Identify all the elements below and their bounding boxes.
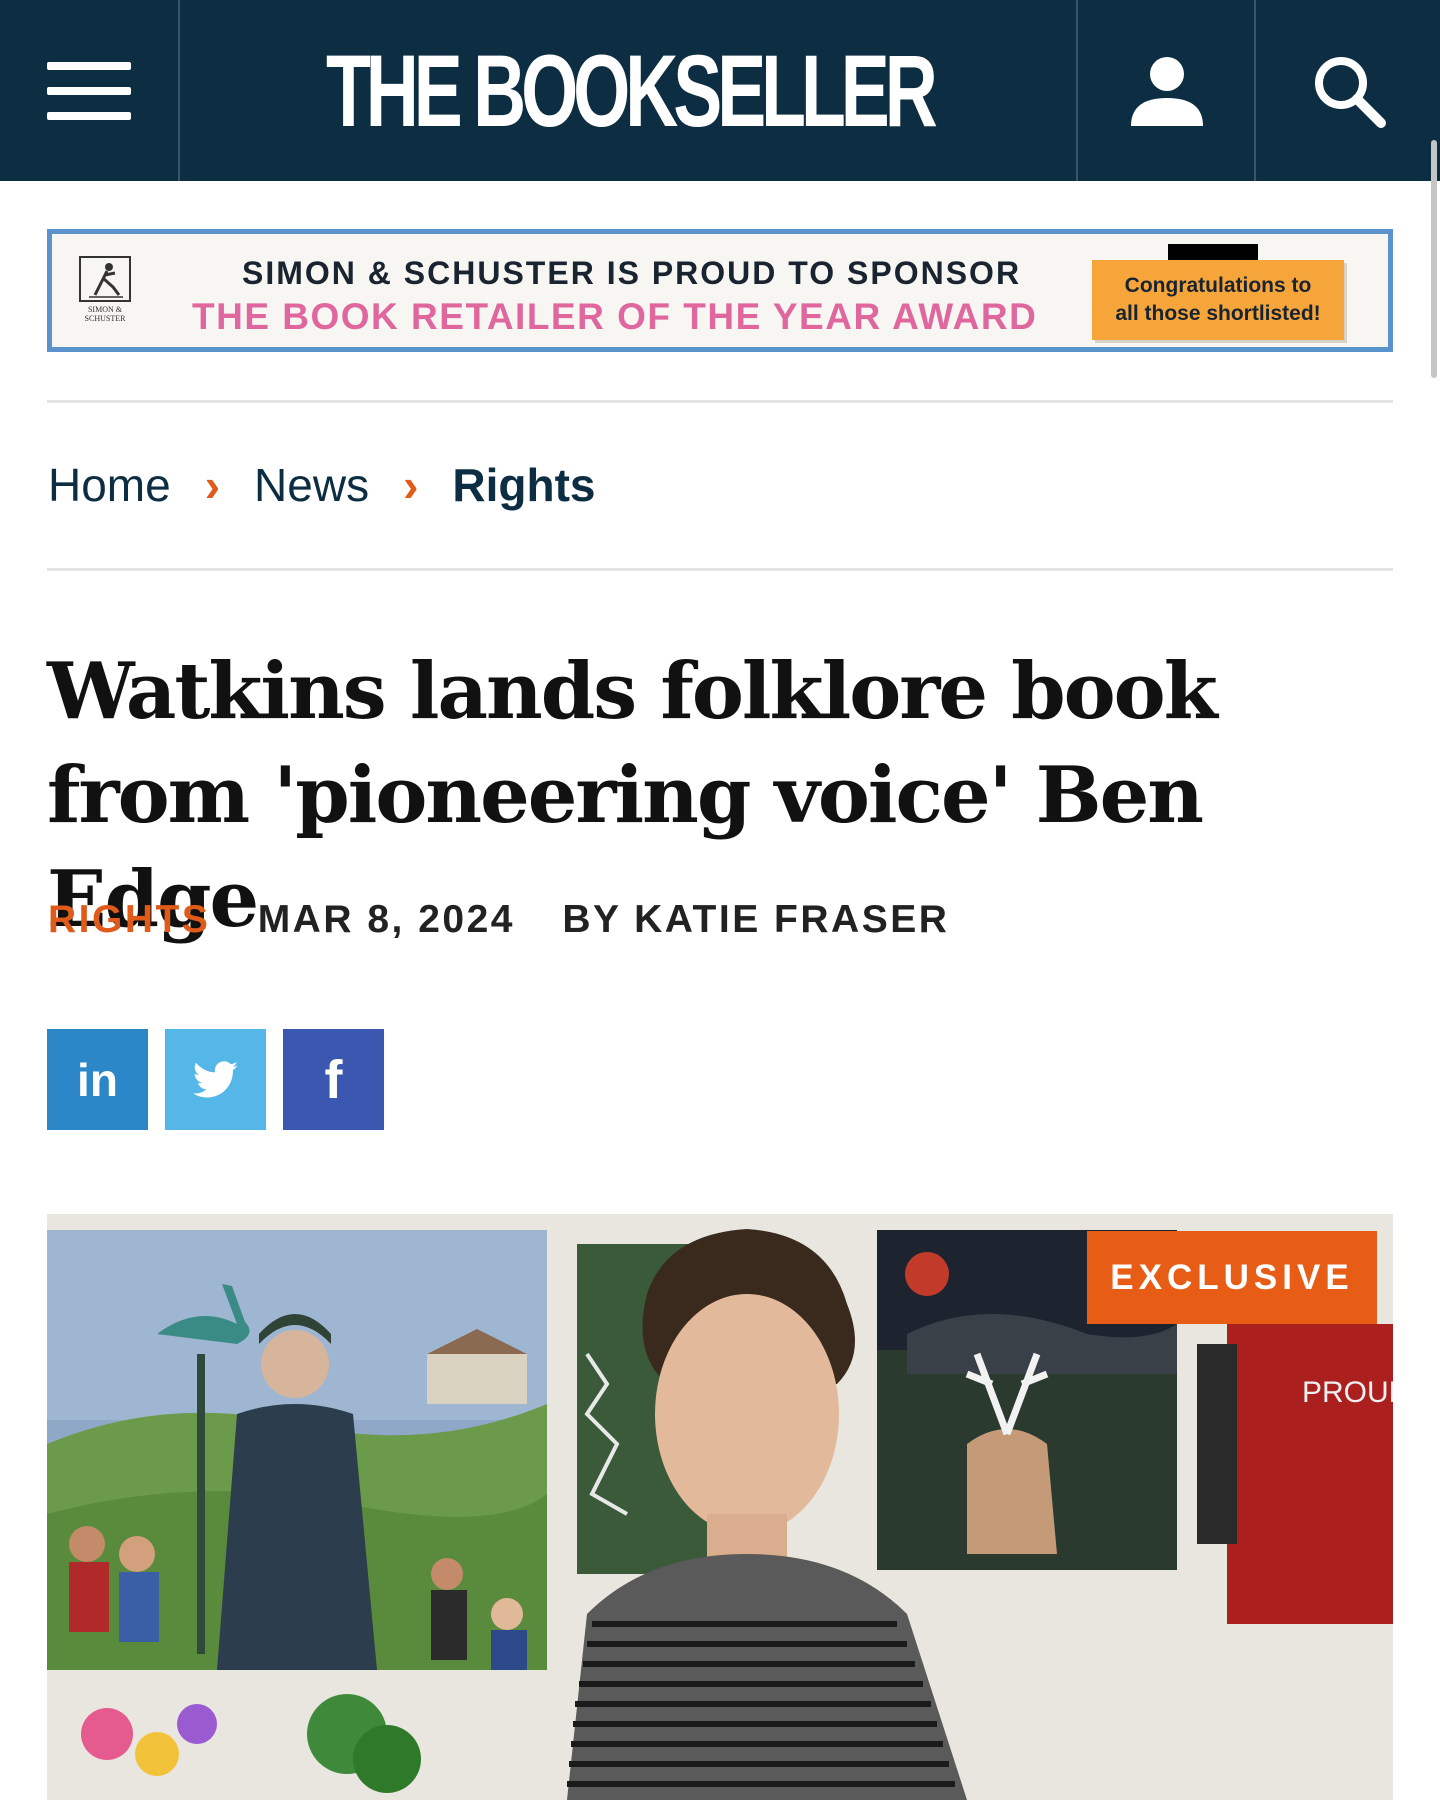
breadcrumb-news[interactable]: News <box>254 458 369 512</box>
article-category-link[interactable]: RIGHTS <box>48 898 210 941</box>
publisher-logo-text: SIMON & SCHUSTER <box>84 305 126 323</box>
site-logo-link[interactable]: THE BOOKSELLER <box>182 0 1078 181</box>
divider <box>47 400 1393 403</box>
linkedin-icon: in <box>77 1053 118 1106</box>
search-button[interactable] <box>1258 0 1440 181</box>
scrollbar-thumb[interactable] <box>1431 140 1437 378</box>
user-icon <box>1131 56 1203 126</box>
chevron-right-icon: › <box>403 459 419 511</box>
article-meta: RIGHTS MAR 8, 2024 BY KATIE FRASER <box>48 898 949 942</box>
ad-headline: SIMON & SCHUSTER IS PROUD TO SPONSOR <box>242 255 1022 291</box>
article-date: MAR 8, 2024 <box>257 898 515 941</box>
search-icon <box>1315 56 1386 128</box>
facebook-icon: f <box>324 1049 343 1110</box>
account-button[interactable] <box>1080 0 1256 181</box>
facebook-share-button[interactable]: f <box>283 1029 384 1130</box>
site-logo: THE BOOKSELLER <box>325 33 938 148</box>
exclusive-badge: EXCLUSIVE <box>1087 1231 1377 1324</box>
breadcrumb: Home › News › Rights <box>48 455 596 515</box>
sponsor-banner[interactable]: SIMON & SCHUSTER SIMON & SCHUSTER IS PRO… <box>47 229 1393 352</box>
twitter-share-button[interactable] <box>165 1029 266 1130</box>
divider <box>47 568 1393 571</box>
menu-icon <box>47 61 131 120</box>
ad-congrats-line1: Congratulations to <box>1124 274 1312 297</box>
ad-award-title: THE BOOK RETAILER OF THE YEAR AWARD <box>192 296 1038 337</box>
breadcrumb-home[interactable]: Home <box>48 458 171 512</box>
ad-congrats-box: Congratulations to all those shortlisted… <box>1092 260 1344 340</box>
menu-button[interactable] <box>0 0 180 181</box>
ad-congrats-line2: all those shortlisted! <box>1115 302 1321 325</box>
chevron-right-icon: › <box>204 459 221 511</box>
article-byline: BY KATIE FRASER <box>562 898 950 941</box>
linkedin-share-button[interactable]: in <box>47 1029 148 1130</box>
simon-schuster-logo: SIMON & SCHUSTER <box>72 256 138 326</box>
breadcrumb-rights[interactable]: Rights <box>452 458 595 512</box>
site-header: THE BOOKSELLER <box>0 0 1440 181</box>
twitter-icon <box>192 1060 238 1097</box>
painting-text: PROUD <box>1302 1376 1393 1409</box>
